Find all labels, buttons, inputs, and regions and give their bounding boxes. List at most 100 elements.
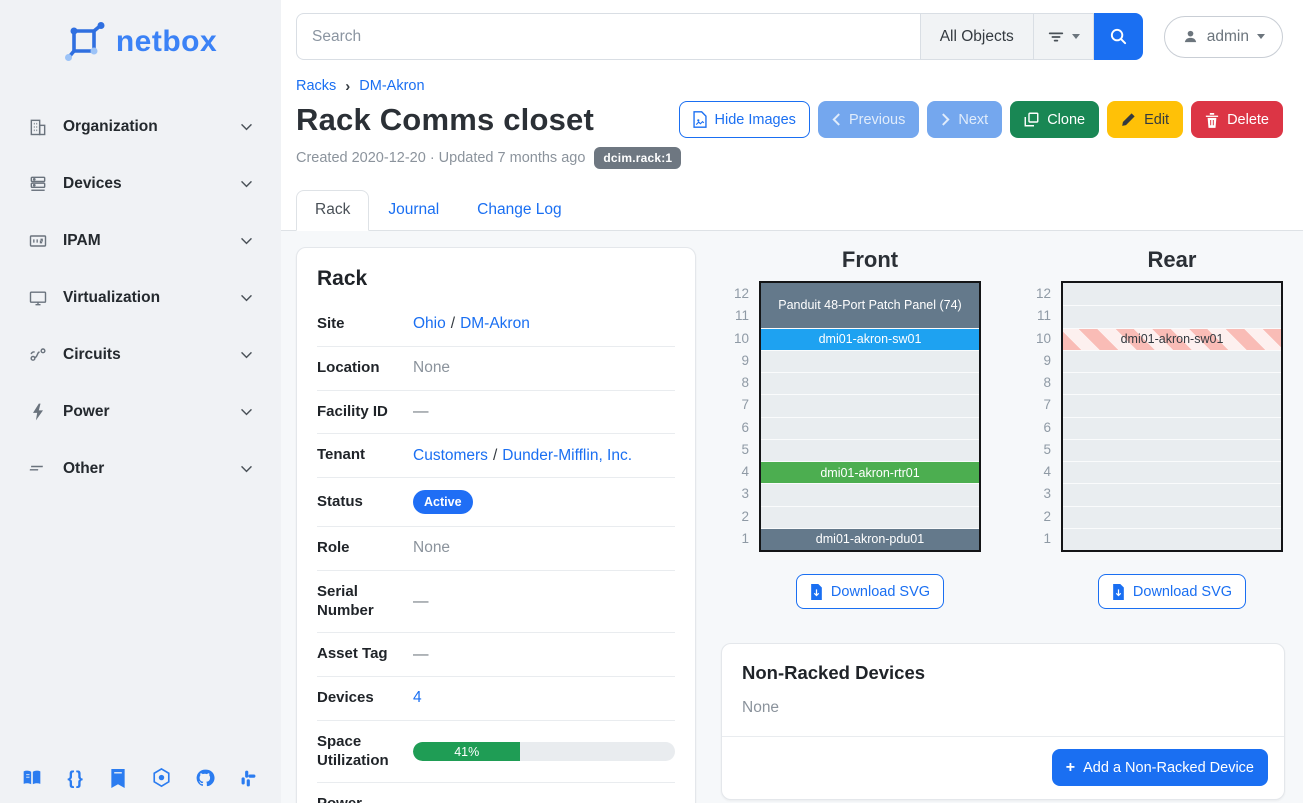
rack-unit-empty[interactable]: [1063, 483, 1281, 505]
caret-down-icon: [1072, 34, 1080, 39]
copy-icon: [1024, 112, 1039, 127]
rack-unit-empty[interactable]: [1063, 528, 1281, 550]
search-input[interactable]: [296, 13, 920, 60]
tab-rack[interactable]: Rack: [296, 190, 369, 231]
netbox-logo[interactable]: netbox: [0, 0, 281, 72]
rack-unit-empty[interactable]: [761, 439, 979, 461]
chevron-down-icon: [238, 460, 255, 477]
unit-numbers: 121110987654321: [1025, 281, 1061, 552]
status-badge: Active: [413, 490, 473, 514]
rack-device[interactable]: dmi01-akron-sw01: [1063, 328, 1281, 350]
server-stack-icon: [28, 174, 48, 194]
download-svg-rear-button[interactable]: Download SVG: [1098, 574, 1246, 609]
row-tenant: Tenant Customers / Dunder-Mifflin, Inc.: [317, 434, 675, 478]
breadcrumb-dm-akron[interactable]: DM-Akron: [359, 78, 424, 94]
tab-change-log[interactable]: Change Log: [458, 190, 580, 231]
sidebar-item-organization[interactable]: Organization: [0, 98, 281, 155]
sidebar-item-label: IPAM: [63, 232, 101, 250]
user-menu-button[interactable]: admin: [1164, 16, 1283, 58]
sidebar-item-label: Virtualization: [63, 289, 160, 307]
rack-device[interactable]: dmi01-akron-pdu01: [761, 528, 979, 550]
unit-number: 2: [723, 506, 759, 528]
ip-address-icon: [28, 231, 48, 251]
location-value: None: [413, 359, 450, 377]
sidebar-item-ipam[interactable]: IPAM: [0, 212, 281, 269]
docs-book-icon[interactable]: [19, 765, 45, 791]
sidebar-item-label: Circuits: [63, 346, 121, 364]
rack-unit-empty[interactable]: [1063, 350, 1281, 372]
row-facility-id: Facility ID —: [317, 391, 675, 435]
tab-bar: Rack Journal Change Log: [281, 190, 1303, 231]
unit-number: 8: [723, 372, 759, 394]
slack-icon[interactable]: [235, 765, 261, 791]
rack-unit-empty[interactable]: [1063, 417, 1281, 439]
row-serial-number: Serial Number —: [317, 571, 675, 634]
tenant-group-link[interactable]: Customers: [413, 447, 488, 465]
page-title: Rack Comms closet: [296, 102, 594, 138]
rack-unit-empty[interactable]: [1063, 461, 1281, 483]
breadcrumb-racks[interactable]: Racks: [296, 78, 336, 94]
sidebar-item-virtualization[interactable]: Virtualization: [0, 269, 281, 326]
rack-unit-empty[interactable]: [1063, 506, 1281, 528]
device-count-link[interactable]: 4: [413, 689, 422, 707]
sidebar-item-other[interactable]: Other: [0, 440, 281, 497]
netbox-logo-text: netbox: [116, 25, 217, 59]
unit-number: 7: [1025, 394, 1061, 416]
code-braces-icon[interactable]: { }: [62, 765, 88, 791]
tab-journal[interactable]: Journal: [369, 190, 458, 231]
delete-button[interactable]: Delete: [1191, 101, 1283, 138]
rack-unit-empty[interactable]: [761, 394, 979, 416]
chevron-right-icon: ›: [345, 79, 350, 94]
rack-unit-empty[interactable]: [761, 350, 979, 372]
rack-device[interactable]: dmi01-akron-rtr01: [761, 461, 979, 483]
lines-icon: [28, 459, 48, 479]
person-icon: [1182, 28, 1199, 45]
role-value: None: [413, 539, 450, 557]
journal-icon[interactable]: [105, 765, 131, 791]
asset-tag-value: —: [413, 646, 429, 664]
edit-button[interactable]: Edit: [1107, 101, 1183, 138]
sidebar-item-label: Devices: [63, 175, 122, 193]
add-non-racked-device-button[interactable]: + Add a Non-Racked Device: [1052, 749, 1268, 786]
hide-images-button[interactable]: Hide Images: [679, 101, 810, 138]
clone-button[interactable]: Clone: [1010, 101, 1099, 138]
rack-unit-empty[interactable]: [1063, 439, 1281, 461]
rear-elevation: Rear 121110987654321 dmi01-akron-sw01 Do…: [1025, 247, 1283, 609]
site-group-link[interactable]: DM-Akron: [460, 315, 530, 333]
github-icon[interactable]: [192, 765, 218, 791]
previous-button[interactable]: Previous: [818, 101, 919, 138]
rack-device[interactable]: dmi01-akron-sw01: [761, 328, 979, 350]
sidebar-item-power[interactable]: Power: [0, 383, 281, 440]
community-hexagon-icon[interactable]: [149, 765, 175, 791]
sidebar-item-devices[interactable]: Devices: [0, 155, 281, 212]
rack-unit-empty[interactable]: [761, 372, 979, 394]
search-submit-button[interactable]: [1094, 13, 1143, 60]
row-location: Location None: [317, 347, 675, 391]
breadcrumb: Racks › DM-Akron: [296, 78, 1283, 94]
object-id-badge: dcim.rack:1: [594, 147, 681, 169]
unit-number: 3: [723, 483, 759, 505]
sidebar-nav: Organization Devices: [0, 98, 281, 497]
rack-unit-empty[interactable]: [761, 506, 979, 528]
rack-unit-empty[interactable]: [1063, 394, 1281, 416]
lightning-icon: [28, 402, 48, 422]
rack-device[interactable]: Panduit 48-Port Patch Panel (74): [761, 283, 979, 328]
rack-unit-empty[interactable]: [1063, 305, 1281, 327]
unit-number: 5: [723, 439, 759, 461]
rack-unit-empty[interactable]: [761, 483, 979, 505]
rack-panel: Rack Site Ohio / DM-Akron Location None: [296, 247, 696, 803]
rack-unit-empty[interactable]: [761, 417, 979, 439]
search-scope-button[interactable]: All Objects: [920, 13, 1033, 60]
next-button[interactable]: Next: [927, 101, 1002, 138]
search-filter-button[interactable]: [1033, 13, 1094, 60]
unit-number: 2: [1025, 506, 1061, 528]
unit-number: 10: [723, 328, 759, 350]
rack-unit-empty[interactable]: [1063, 283, 1281, 305]
download-svg-front-button[interactable]: Download SVG: [796, 574, 944, 609]
tenant-link[interactable]: Dunder-Mifflin, Inc.: [502, 447, 632, 465]
site-link[interactable]: Ohio: [413, 315, 446, 333]
rack-unit-empty[interactable]: [1063, 372, 1281, 394]
main-area: All Objects admin Racks: [281, 0, 1303, 803]
sidebar-item-circuits[interactable]: Circuits: [0, 326, 281, 383]
search-icon: [1109, 27, 1128, 46]
